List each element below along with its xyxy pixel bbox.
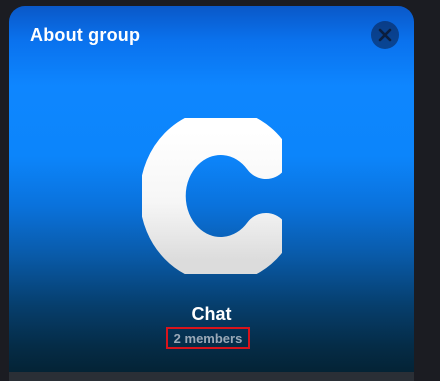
about-group-modal: About group Chat 2 members xyxy=(9,6,414,381)
close-button[interactable] xyxy=(371,21,399,49)
members-count: 2 members xyxy=(173,330,243,346)
modal-title: About group xyxy=(30,25,141,45)
members-count-highlight: 2 members xyxy=(166,327,250,349)
chat-c-logo xyxy=(142,118,282,274)
group-name: Chat xyxy=(191,304,232,324)
modal-bottom-edge xyxy=(9,372,414,381)
close-icon xyxy=(378,28,392,42)
